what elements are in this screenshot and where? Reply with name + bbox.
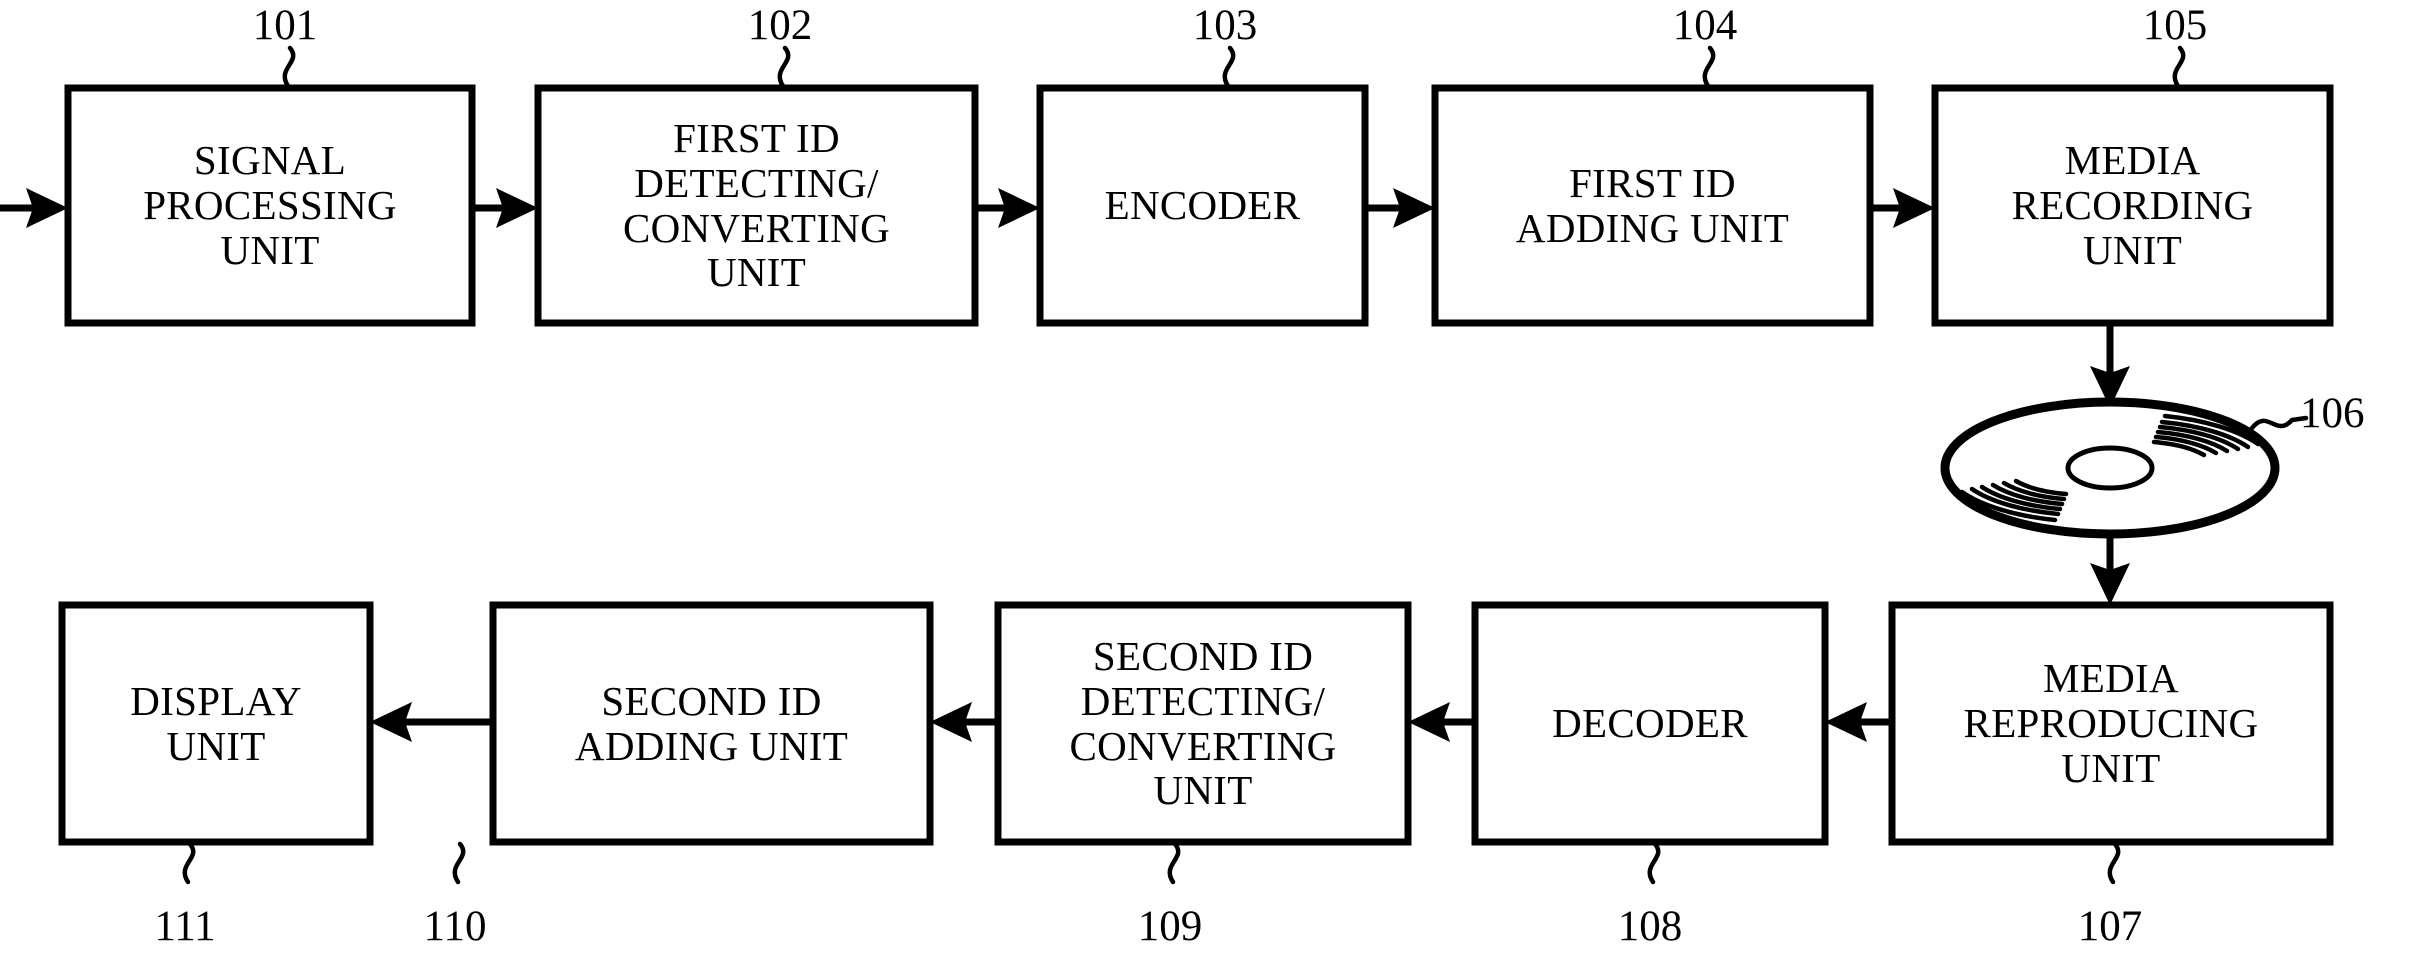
arrow-decoder-to-second-id-detecting-converting-unit <box>1408 702 1475 742</box>
block-rect-encoder <box>1036 84 1369 327</box>
ref-numeral-111: 111 <box>154 903 216 950</box>
arrow-first-id-detecting-converting-unit-to-encoder <box>975 188 1040 228</box>
ref-numeral-101: 101 <box>252 2 318 49</box>
block-rect-second-id-detecting-converting-unit <box>994 601 1412 846</box>
ref-numeral-108: 108 <box>1617 903 1683 950</box>
leader-104 <box>1702 45 1716 89</box>
arrow-second-id-adding-unit-to-display-unit <box>370 702 493 742</box>
block-rect-first-id-detecting-converting-unit <box>534 84 979 327</box>
block-rect-first-id-adding-unit <box>1431 84 1874 327</box>
block-rect-second-id-adding-unit <box>489 601 934 846</box>
arrow-input-to-signal-processing-unit <box>0 188 68 228</box>
block-rect-signal-processing-unit <box>64 84 476 327</box>
ref-numeral-107: 107 <box>2077 903 2143 950</box>
ref-numeral-102: 102 <box>747 2 813 49</box>
arrow-disc-to-media-reproducing-unit <box>2090 530 2130 605</box>
arrow-signal-processing-unit-to-first-id-detecting-converting-unit <box>472 188 538 228</box>
ref-numeral-105: 105 <box>2142 2 2208 49</box>
block-rect-media-recording-unit <box>1931 84 2334 327</box>
leader-110 <box>452 841 466 885</box>
diagram-canvas <box>0 45 2334 885</box>
patent-figure: SIGNAL PROCESSING UNIT FIRST ID DETECTIN… <box>0 0 2412 977</box>
leader-109 <box>1167 841 1181 885</box>
arrow-second-id-detecting-converting-unit-to-second-id-adding-unit <box>930 702 998 742</box>
block-rect-decoder <box>1471 601 1829 846</box>
block-rect-media-reproducing-unit <box>1888 601 2334 846</box>
leader-105 <box>2172 45 2186 89</box>
block-rect-display-unit <box>58 601 374 846</box>
ref-numeral-110: 110 <box>423 903 487 950</box>
arrow-media-reproducing-unit-to-decoder <box>1825 702 1892 742</box>
ref-numeral-106: 106 <box>2300 390 2365 437</box>
leader-102 <box>777 45 791 89</box>
disc-icon <box>1940 397 2309 539</box>
arrow-encoder-to-first-id-adding-unit <box>1365 188 1435 228</box>
leader-101 <box>282 45 296 89</box>
ref-numeral-103: 103 <box>1192 2 1258 49</box>
leader-107 <box>2107 841 2121 885</box>
ref-numeral-104: 104 <box>1672 2 1738 49</box>
arrow-first-id-adding-unit-to-media-recording-unit <box>1870 188 1935 228</box>
ref-numeral-109: 109 <box>1137 903 1203 950</box>
arrow-media-recording-unit-to-disc <box>2090 323 2130 408</box>
leader-103 <box>1222 45 1236 89</box>
leader-108 <box>1647 841 1661 885</box>
leader-111 <box>182 841 196 885</box>
